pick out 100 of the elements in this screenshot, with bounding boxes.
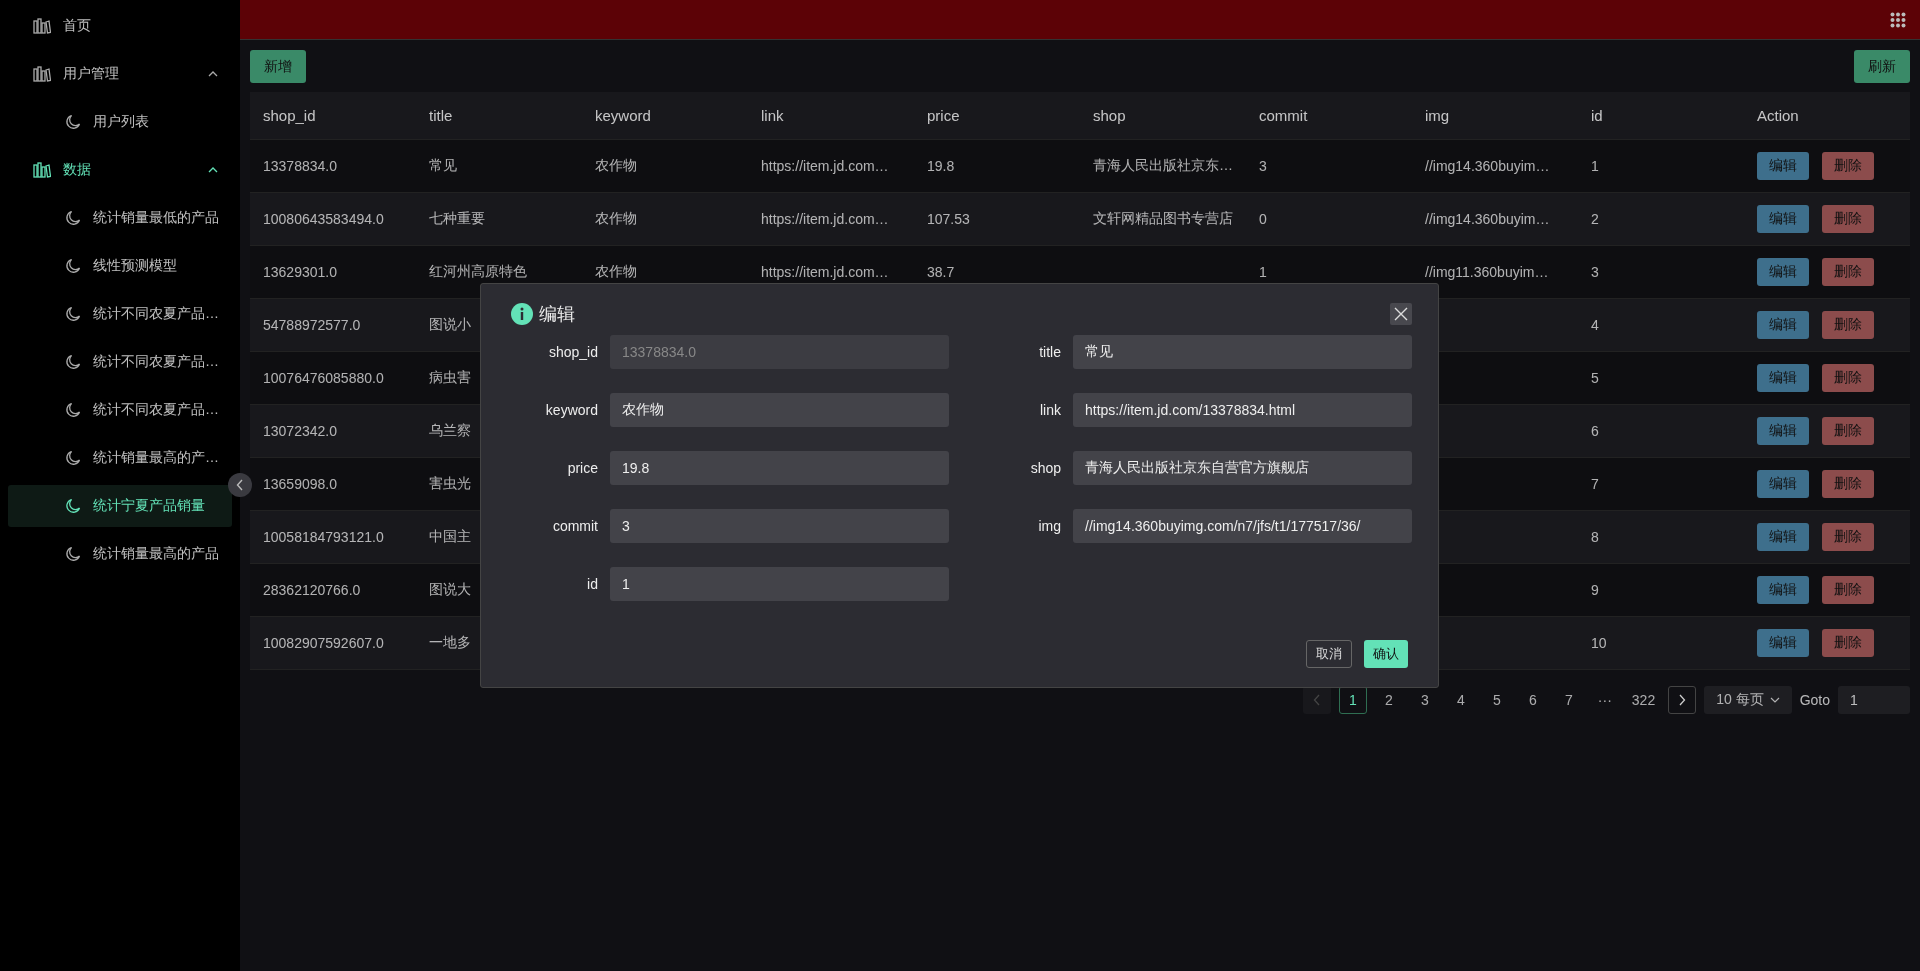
menu-item[interactable]: 统计宁夏产品销量 (8, 485, 232, 527)
dialog-title: 编辑 (539, 303, 575, 326)
table-cell: 红河州高原特色 (429, 263, 527, 279)
table-cell: 9 (1591, 582, 1599, 598)
table-cell: 图说小 (429, 316, 471, 332)
edit-button[interactable]: 编辑 (1757, 258, 1809, 286)
close-button[interactable] (1390, 303, 1412, 325)
cancel-button[interactable]: 取消 (1306, 640, 1352, 668)
table-cell: 青海人民出版社京东… (1093, 157, 1233, 173)
table-cell: 10080643583494.0 (263, 211, 384, 227)
table-cell: 中国主 (429, 528, 471, 544)
column-header: shop_id (262, 107, 317, 124)
table-cell: 54788972577.0 (263, 317, 361, 333)
edit-button[interactable]: 编辑 (1757, 152, 1809, 180)
menu-item[interactable]: 统计销量最高的产品 (8, 533, 232, 575)
table-cell: 2 (1591, 211, 1599, 227)
page-button[interactable]: 322 (1626, 686, 1661, 714)
edit-button[interactable]: 编辑 (1757, 205, 1809, 233)
bookshelf-icon (33, 162, 51, 178)
page-size-select[interactable]: 10 每页 (1704, 686, 1792, 714)
table-cell: 107.53 (927, 211, 970, 227)
table-cell: 常见 (429, 157, 457, 173)
table-cell: https://item.jd.com… (761, 158, 889, 174)
chevron-right-icon (1678, 694, 1687, 706)
refresh-button[interactable]: 刷新 (1854, 50, 1910, 83)
table-cell: 7 (1591, 476, 1599, 492)
chevron-up-icon (208, 167, 218, 173)
table-cell: 七种重要 (429, 210, 485, 226)
table-cell: 1 (1591, 158, 1599, 174)
field-label: title (1038, 344, 1061, 360)
edit-button[interactable]: 编辑 (1757, 417, 1809, 445)
confirm-button[interactable]: 确认 (1364, 640, 1408, 668)
edit-button[interactable]: 编辑 (1757, 311, 1809, 339)
menu-item[interactable]: 统计销量最高的产… (8, 437, 232, 479)
menu-item[interactable]: 统计销量最低的产品 (8, 197, 232, 239)
table-cell: 一地多 (429, 634, 471, 650)
field-label: id (586, 576, 598, 592)
chevron-left-icon (1312, 694, 1321, 706)
input-field[interactable]: 青海人民出版社京东自营官方旗舰店 (1073, 451, 1412, 485)
input-field[interactable]: 3 (610, 509, 949, 543)
menu-item[interactable]: 统计不同农夏产品… (8, 341, 232, 383)
table-cell: 乌兰察 (429, 422, 471, 438)
table-cell: 10082907592607.0 (263, 635, 384, 651)
column-header: commit (1258, 107, 1309, 124)
table-cell: 3 (1591, 264, 1599, 280)
table-cell: https://item.jd.com… (761, 211, 889, 227)
table-cell: //img14.360buyim… (1425, 211, 1550, 227)
edit-button[interactable]: 编辑 (1757, 470, 1809, 498)
page-button[interactable]: 7 (1554, 686, 1583, 714)
column-header: Action (1756, 107, 1800, 124)
table-cell: //img11.360buyim… (1425, 264, 1549, 280)
table-cell: 4 (1591, 317, 1599, 333)
field-label: price (566, 460, 598, 476)
page-button[interactable]: 5 (1482, 686, 1511, 714)
menu-item[interactable]: 统计不同农夏产品… (8, 389, 232, 431)
menu-item[interactable]: 统计不同农夏产品… (8, 293, 232, 335)
goto-input[interactable]: 1 (1838, 686, 1910, 714)
table-cell: 10058184793121.0 (263, 529, 384, 545)
input-field[interactable]: 农作物 (610, 393, 949, 427)
table-cell: //img14.360buyim… (1425, 158, 1550, 174)
add-button[interactable]: 新增 (250, 50, 306, 83)
table-cell: 0 (1259, 211, 1267, 227)
app-grid-icon[interactable] (1890, 11, 1906, 28)
table-cell: 3 (1259, 158, 1267, 174)
page-button[interactable]: 2 (1374, 686, 1403, 714)
edit-button[interactable]: 编辑 (1757, 364, 1809, 392)
table-cell: 农作物 (595, 210, 637, 226)
input-field[interactable]: //img14.360buyimg.com/n7/jfs/t1/177517/36/ (1073, 509, 1412, 543)
moon-icon (65, 258, 81, 274)
edit-button[interactable]: 编辑 (1757, 576, 1809, 604)
page-button[interactable]: 4 (1446, 686, 1475, 714)
moon-icon (65, 402, 81, 418)
column-header: shop (1092, 107, 1127, 124)
input-field[interactable]: 常见 (1073, 335, 1412, 369)
menu-item[interactable]: 数据 (8, 149, 232, 191)
next-page-button[interactable] (1668, 686, 1697, 714)
table-cell: 13629301.0 (263, 264, 337, 280)
field-label: shop_id (547, 344, 598, 360)
input-field[interactable]: https://item.jd.com/13378834.html (1073, 393, 1412, 427)
menu-item[interactable]: 用户列表 (8, 101, 232, 143)
input-field[interactable]: 1 (610, 567, 949, 601)
table-cell: 19.8 (927, 158, 955, 174)
page-button[interactable]: ··· (1590, 686, 1619, 714)
menu-item[interactable]: 用户管理 (8, 53, 232, 95)
field-label: commit (551, 518, 598, 534)
field-label: shop (1029, 460, 1061, 476)
bookshelf-icon (33, 18, 51, 34)
field-label: img (1037, 518, 1061, 534)
page-button[interactable]: 3 (1410, 686, 1439, 714)
moon-icon (65, 306, 81, 322)
edit-button[interactable]: 编辑 (1757, 523, 1809, 551)
page-button[interactable]: 6 (1518, 686, 1547, 714)
moon-icon (65, 546, 81, 562)
input-field[interactable]: 19.8 (610, 451, 949, 485)
chevron-left-icon (236, 479, 244, 491)
menu-item[interactable]: 线性预测模型 (8, 245, 232, 287)
edit-button[interactable]: 编辑 (1757, 629, 1809, 657)
menu-item[interactable]: 首页 (8, 5, 232, 47)
info-icon (511, 303, 533, 325)
table-cell: https://item.jd.com… (761, 264, 889, 280)
